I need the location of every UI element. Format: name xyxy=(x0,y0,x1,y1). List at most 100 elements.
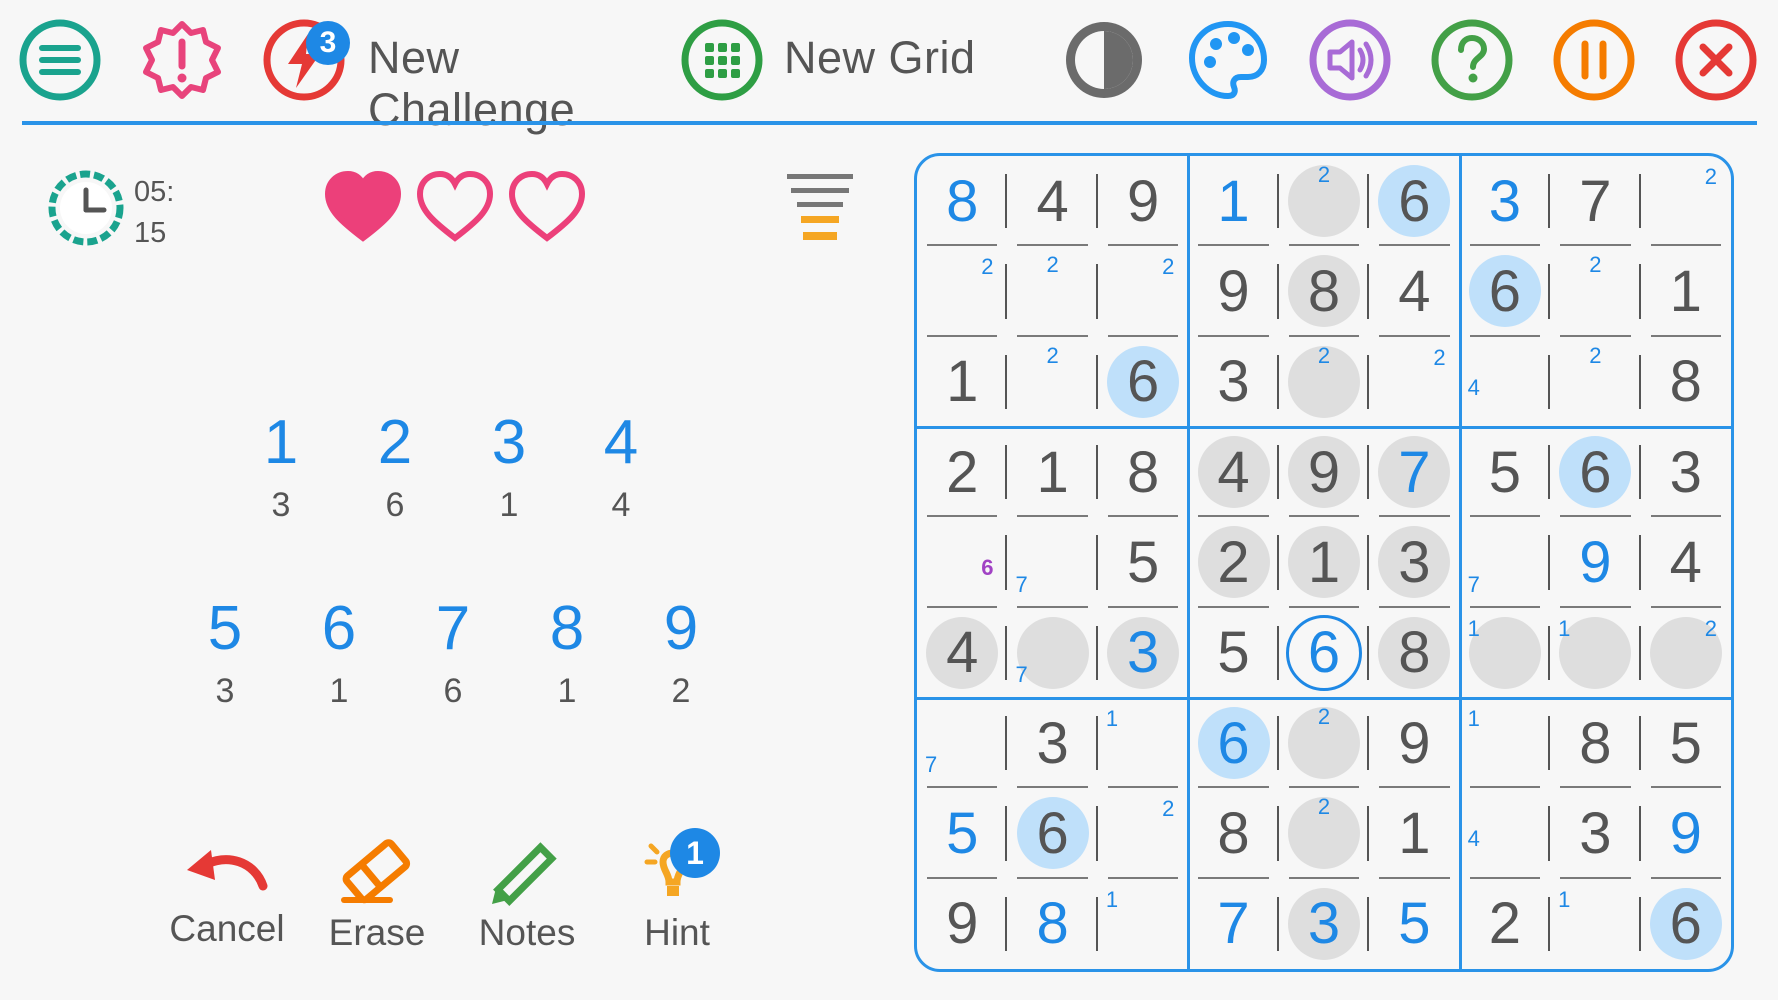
board-cell[interactable]: 9 xyxy=(1641,788,1731,879)
board-cell[interactable]: 7 xyxy=(1007,517,1099,608)
board-cell[interactable]: 9 xyxy=(1188,246,1280,337)
board-cell[interactable]: 5 xyxy=(1098,517,1188,608)
board-cell[interactable]: 3 xyxy=(1460,156,1551,247)
hint-button[interactable]: 1 Hint xyxy=(602,828,752,966)
board-cell[interactable]: 1 xyxy=(917,337,1008,427)
board-cell[interactable]: 8 xyxy=(1550,698,1641,789)
board-cell[interactable]: 5 xyxy=(1188,608,1280,698)
board-cell[interactable]: 5 xyxy=(1460,427,1551,518)
digit-key-1[interactable]: 13 xyxy=(231,408,331,528)
board-cell[interactable]: 2 xyxy=(1007,337,1099,427)
board-cell[interactable]: 2 xyxy=(1007,246,1099,337)
board-cell[interactable]: 6 xyxy=(1550,427,1641,518)
board-cell[interactable]: 9 xyxy=(1098,156,1188,247)
board-cell[interactable]: 1 xyxy=(1007,427,1099,518)
board-cell[interactable]: 1 xyxy=(1279,517,1370,608)
board-cell[interactable]: 3 xyxy=(1369,517,1459,608)
board-cell[interactable]: 6 xyxy=(1098,337,1188,427)
board-cell[interactable]: 1 xyxy=(1460,608,1551,698)
erase-button[interactable]: Erase xyxy=(302,836,452,966)
board-cell[interactable]: 2 xyxy=(1641,608,1731,698)
report-button[interactable] xyxy=(140,18,224,102)
board-cell[interactable]: 2 xyxy=(1641,156,1731,247)
board-cell[interactable]: 6 xyxy=(1188,698,1280,789)
board-cell[interactable]: 9 xyxy=(1369,698,1459,789)
board-cell[interactable]: 2 xyxy=(1098,246,1188,337)
sound-button[interactable] xyxy=(1308,18,1392,102)
new-challenge-button[interactable]: 3 New Challenge xyxy=(262,18,672,135)
digit-key-2[interactable]: 26 xyxy=(345,408,445,528)
board-cell[interactable]: 1 xyxy=(1098,879,1188,969)
board-cell[interactable]: 5 xyxy=(1641,698,1731,789)
digit-key-7[interactable]: 76 xyxy=(403,594,503,714)
board-cell[interactable]: 7 xyxy=(1188,879,1280,969)
board-cell[interactable]: 2 xyxy=(1188,517,1280,608)
board-cell[interactable]: 2 xyxy=(917,427,1008,518)
board-cell[interactable]: 3 xyxy=(1550,788,1641,879)
board-cell[interactable]: 1 xyxy=(1188,156,1280,247)
board-cell[interactable]: 6 xyxy=(917,517,1008,608)
board-cell[interactable]: 7 xyxy=(1460,517,1551,608)
board-cell[interactable]: 3 xyxy=(1188,337,1280,427)
board-cell[interactable]: 8 xyxy=(917,156,1008,247)
board-cell[interactable]: 6 xyxy=(1007,788,1099,879)
notes-button[interactable]: Notes xyxy=(452,836,602,966)
board-cell[interactable]: 2 xyxy=(1279,156,1370,247)
board-cell[interactable]: 2 xyxy=(1550,246,1641,337)
board-cell[interactable]: 1 xyxy=(1641,246,1731,337)
board-cell[interactable]: 3 xyxy=(1279,879,1370,969)
board-cell[interactable]: 2 xyxy=(917,246,1008,337)
board-cell[interactable]: 2 xyxy=(1369,337,1459,427)
board-cell[interactable]: 6 xyxy=(1641,879,1731,969)
board-cell[interactable]: 2 xyxy=(1279,698,1370,789)
board-cell[interactable]: 1 xyxy=(1369,788,1459,879)
board-cell[interactable]: 3 xyxy=(1007,698,1099,789)
board-cell[interactable]: 3 xyxy=(1641,427,1731,518)
board-cell[interactable]: 4 xyxy=(1007,156,1099,247)
board-cell[interactable]: 2 xyxy=(1279,337,1370,427)
board-cell[interactable]: 9 xyxy=(1550,517,1641,608)
board-cell[interactable]: 9 xyxy=(1279,427,1370,518)
board-cell[interactable]: 2 xyxy=(1550,337,1641,427)
board-cell[interactable]: 4 xyxy=(1641,517,1731,608)
board-cell[interactable]: 8 xyxy=(1641,337,1731,427)
board-cell[interactable]: 7 xyxy=(1007,608,1099,698)
board-cell[interactable]: 4 xyxy=(1369,246,1459,337)
board-cell[interactable]: 2 xyxy=(1279,788,1370,879)
board-cell[interactable]: 6 xyxy=(1460,246,1551,337)
theme-button[interactable] xyxy=(1186,18,1270,102)
board-cell[interactable]: 7 xyxy=(917,698,1008,789)
contrast-button[interactable] xyxy=(1062,18,1146,102)
board-cell[interactable]: 4 xyxy=(917,608,1008,698)
board-cell[interactable]: 8 xyxy=(1098,427,1188,518)
digit-key-8[interactable]: 81 xyxy=(517,594,617,714)
board-cell[interactable]: 1 xyxy=(1550,608,1641,698)
board-cell[interactable]: 8 xyxy=(1007,879,1099,969)
cancel-button[interactable]: Cancel xyxy=(152,836,302,966)
board-cell[interactable]: 8 xyxy=(1188,788,1280,879)
board-cell[interactable]: 6 xyxy=(1369,156,1459,247)
selected-cell[interactable]: 6 xyxy=(1279,608,1370,698)
digit-key-9[interactable]: 92 xyxy=(631,594,731,714)
board-cell[interactable]: 1 xyxy=(1098,698,1188,789)
close-button[interactable] xyxy=(1674,18,1758,102)
digit-key-5[interactable]: 53 xyxy=(175,594,275,714)
board-cell[interactable]: 7 xyxy=(1550,156,1641,247)
board-cell[interactable]: 2 xyxy=(1460,879,1551,969)
board-cell[interactable]: 3 xyxy=(1098,608,1188,698)
board-cell[interactable]: 5 xyxy=(1369,879,1459,969)
board-cell[interactable]: 7 xyxy=(1369,427,1459,518)
digit-key-3[interactable]: 31 xyxy=(459,408,559,528)
board-cell[interactable]: 8 xyxy=(1279,246,1370,337)
menu-button[interactable] xyxy=(18,18,102,102)
board-cell[interactable]: 1 xyxy=(1460,698,1551,789)
digit-key-6[interactable]: 61 xyxy=(289,594,389,714)
board-cell[interactable]: 1 xyxy=(1550,879,1641,969)
board-cell[interactable]: 8 xyxy=(1369,608,1459,698)
board-cell[interactable]: 9 xyxy=(917,879,1008,969)
board-cell[interactable]: 4 xyxy=(1460,788,1551,879)
board-cell[interactable]: 4 xyxy=(1188,427,1280,518)
board-cell[interactable]: 4 xyxy=(1460,337,1551,427)
help-button[interactable] xyxy=(1430,18,1514,102)
new-grid-button[interactable]: New Grid xyxy=(680,18,980,102)
